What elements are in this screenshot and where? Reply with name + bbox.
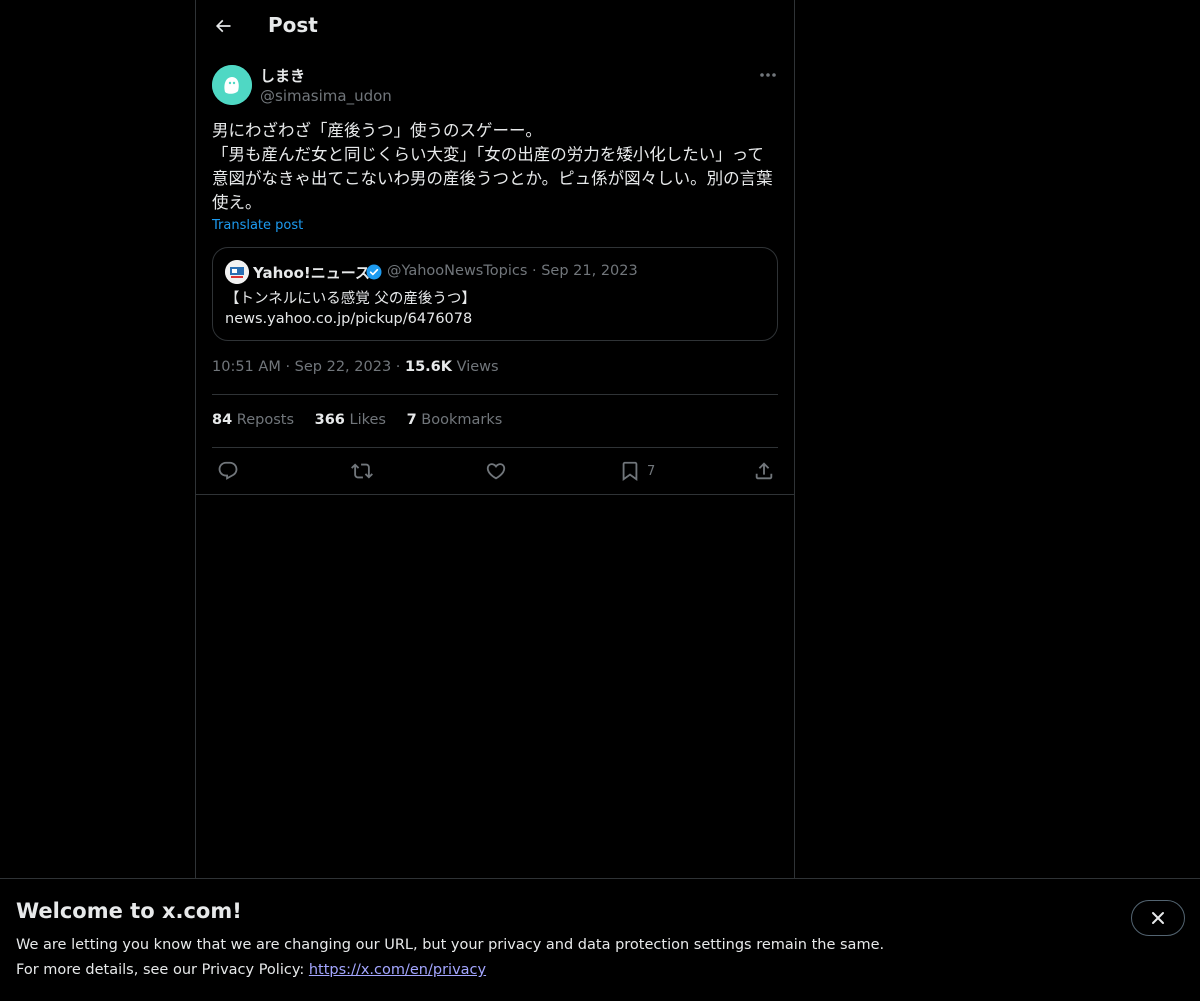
post-stats: 84 Reposts 366 Likes 7 Bookmarks <box>212 412 518 428</box>
likes-stat[interactable]: 366 Likes <box>315 412 386 428</box>
close-banner-button[interactable] <box>1131 900 1185 936</box>
divider <box>212 447 778 448</box>
views-label: Views <box>456 359 499 375</box>
bookmarks-label: Bookmarks <box>421 412 503 428</box>
like-button[interactable] <box>485 459 507 483</box>
more-horizontal-icon <box>760 73 776 77</box>
repost-icon <box>351 463 373 479</box>
reply-icon <box>218 461 238 480</box>
bookmarks-count: 7 <box>406 412 417 428</box>
likes-count: 366 <box>314 412 345 428</box>
likes-label: Likes <box>349 412 386 428</box>
back-button[interactable] <box>206 9 240 43</box>
share-button[interactable] <box>753 459 775 483</box>
share-icon <box>755 462 773 480</box>
reposts-stat[interactable]: 84 Reposts <box>212 412 294 428</box>
arrow-left-icon <box>215 19 231 33</box>
banner-message: We are letting you know that we are chan… <box>16 937 885 953</box>
quote-text-line1: 【トンネルにいる感覚 父の産後うつ】 <box>225 291 476 307</box>
news-logo-icon <box>225 260 249 284</box>
quote-handle-date: @YahooNewsTopics · Sep 21, 2023 <box>387 263 638 279</box>
author-avatar[interactable] <box>212 65 252 105</box>
post-date[interactable]: Sep 22, 2023 <box>295 359 392 375</box>
verified-badge-icon <box>366 264 382 280</box>
bookmark-icon <box>622 461 638 482</box>
close-icon <box>1152 912 1164 924</box>
banner-privacy-prefix: For more details, see our Privacy Policy… <box>16 962 309 978</box>
post-header: Post <box>196 0 794 53</box>
post-column: Post しまき @simasima_udon 男にわざわざ「産後うつ」使うのス… <box>195 0 795 878</box>
author-handle[interactable]: @simasima_udon <box>260 87 392 105</box>
reply-button[interactable] <box>217 459 239 483</box>
divider <box>196 494 794 495</box>
quote-author-name: Yahoo!ニュース <box>253 264 370 282</box>
url-change-banner: Welcome to x.com! We are letting you kno… <box>0 878 1200 1001</box>
heart-icon <box>486 463 506 480</box>
post-time[interactable]: 10:51 AM <box>212 359 281 375</box>
more-button[interactable] <box>756 64 780 86</box>
quoted-post[interactable]: Yahoo!ニュース @YahooNewsTopics · Sep 21, 20… <box>212 247 778 341</box>
page-title: Post <box>268 13 318 37</box>
privacy-policy-link[interactable]: https://x.com/en/privacy <box>309 962 486 978</box>
reposts-count: 84 <box>212 412 233 428</box>
banner-privacy-line: For more details, see our Privacy Policy… <box>16 962 486 978</box>
post-meta: 10:51 AM · Sep 22, 2023 · 15.6K Views <box>212 359 499 375</box>
author-name[interactable]: しまき <box>260 65 305 86</box>
divider <box>212 394 778 395</box>
translate-post-link[interactable]: Translate post <box>212 218 303 233</box>
meta-separator: · <box>285 359 295 375</box>
meta-separator: · <box>395 359 405 375</box>
banner-title: Welcome to x.com! <box>16 899 242 923</box>
bookmark-button[interactable]: 7 <box>619 459 655 483</box>
reposts-label: Reposts <box>236 412 295 428</box>
quote-avatar <box>225 260 249 284</box>
ghost-avatar-icon <box>212 65 252 105</box>
repost-button[interactable] <box>351 459 373 483</box>
bookmark-action-count: 7 <box>647 463 656 479</box>
quote-text: 【トンネルにいる感覚 父の産後うつ】 news.yahoo.co.jp/pick… <box>225 289 765 329</box>
quote-link-text: news.yahoo.co.jp/pickup/6476078 <box>225 311 473 327</box>
bookmarks-stat[interactable]: 7 Bookmarks <box>407 412 503 428</box>
post-text: 男にわざわざ「産後うつ」使うのスゲーー。 「男も産んだ女と同じくらい大変」「女の… <box>212 121 773 212</box>
views-count: 15.6K <box>405 359 453 375</box>
